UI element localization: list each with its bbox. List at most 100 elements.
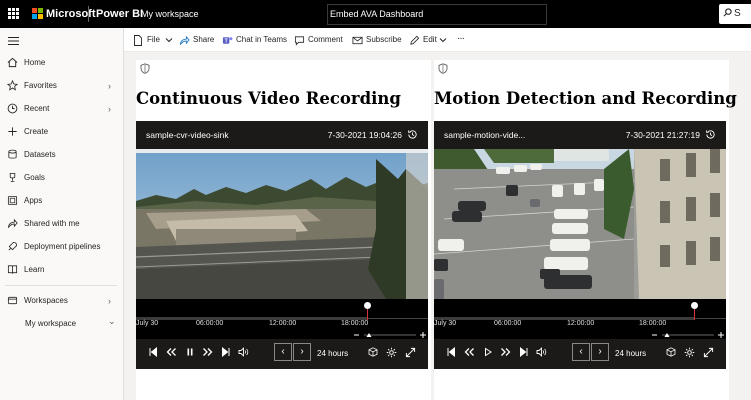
rocket-icon [8, 241, 18, 251]
report-title: Embed AVA Dashboard [330, 9, 424, 19]
timeline-label: 18:00:00 [639, 320, 667, 327]
share-icon [179, 35, 190, 45]
visual-title: Continuous Video Recording [136, 89, 401, 108]
chevron-right-icon[interactable]: › [108, 104, 111, 114]
nav-item-deployment-pipelines[interactable]: Deployment pipelines [0, 237, 124, 257]
gear-icon[interactable] [386, 347, 397, 358]
video-frame-image [434, 149, 726, 299]
history-icon[interactable] [407, 129, 418, 140]
file-label: File [147, 35, 160, 44]
playhead-handle[interactable] [364, 302, 371, 309]
hamburger-menu-icon[interactable] [8, 36, 20, 46]
video-player-cvr[interactable]: sample-cvr-video-sink 7-30-2021 19:04:26 [136, 121, 428, 369]
volume-muted-icon[interactable] [536, 347, 547, 357]
timeline-label: 12:00:00 [269, 320, 297, 327]
video-player-motion[interactable]: sample-motion-vide... 7-30-2021 21:27:19 [434, 121, 726, 369]
comment-button[interactable]: Comment [294, 34, 346, 47]
nav-label: Goals [24, 173, 45, 182]
previous-day-button[interactable]: ‹ [274, 343, 292, 361]
playhead-line [694, 309, 695, 320]
chevron-right-icon[interactable]: › [108, 296, 111, 306]
workspaces-icon [7, 296, 18, 305]
nav-item-goals[interactable]: Goals [0, 168, 124, 188]
zoom-slider[interactable] [650, 331, 725, 339]
product-name[interactable]: Power BI [96, 8, 143, 20]
subscribe-button[interactable]: Subscribe [352, 34, 407, 47]
box-icon[interactable] [666, 347, 676, 357]
player-header: sample-cvr-video-sink 7-30-2021 19:04:26 [136, 121, 428, 149]
fast-forward-icon[interactable] [202, 347, 213, 357]
more-icon: ··· [457, 33, 465, 44]
previous-day-button[interactable]: ‹ [572, 343, 590, 361]
chevron-down-icon [165, 38, 173, 43]
timeline-range[interactable]: 24 hours [615, 349, 646, 358]
nav-label: Home [24, 58, 46, 67]
timeline-recorded-fill [136, 317, 367, 320]
timestamp: 7-30-2021 19:04:26 [327, 130, 402, 140]
share-button[interactable]: Share [179, 34, 219, 47]
box-icon[interactable] [368, 347, 378, 357]
playhead-handle[interactable] [691, 302, 698, 309]
fast-forward-icon[interactable] [500, 347, 511, 357]
plus-icon [8, 127, 17, 136]
skip-to-end-icon[interactable] [221, 347, 231, 357]
brand-divider [88, 6, 89, 22]
nav-label: Learn [24, 265, 45, 274]
chat-label: Chat in Teams [236, 35, 287, 44]
zoom-slider[interactable] [352, 331, 427, 339]
comment-label: Comment [308, 35, 343, 44]
timeline[interactable]: July 30 06:00:00 12:00:00 18:00:00 [434, 299, 726, 339]
timeline-range[interactable]: 24 hours [317, 349, 348, 358]
pause-icon[interactable] [185, 347, 195, 357]
next-day-button[interactable]: › [293, 343, 311, 361]
timeline[interactable]: July 30 06:00:00 12:00:00 18:00:00 [136, 299, 428, 339]
chat-in-teams-button[interactable]: T Chat in Teams [222, 34, 288, 47]
clock-icon [7, 103, 18, 114]
chevron-down-icon[interactable]: ⌄ [108, 316, 116, 327]
database-icon [8, 149, 17, 159]
video-frame[interactable] [136, 149, 428, 299]
nav-item-learn[interactable]: Learn [0, 260, 124, 280]
search-placeholder: S [734, 8, 741, 19]
play-icon[interactable] [483, 347, 493, 357]
skip-to-end-icon[interactable] [519, 347, 529, 357]
left-nav: Home Favorites › Recent › Create Dataset… [0, 28, 124, 400]
fullscreen-icon[interactable] [703, 347, 714, 358]
timeline-label: 12:00:00 [567, 320, 595, 327]
search-input[interactable]: S [719, 4, 751, 24]
nav-item-datasets[interactable]: Datasets [0, 145, 124, 165]
rewind-icon[interactable] [166, 347, 177, 357]
app-launcher-icon[interactable] [8, 8, 19, 19]
more-options-button[interactable]: ··· [457, 33, 471, 47]
nav-item-home[interactable]: Home [0, 53, 124, 73]
chevron-right-icon[interactable]: › [108, 81, 111, 91]
rewind-icon[interactable] [464, 347, 475, 357]
nav-item-favorites[interactable]: Favorites › [0, 76, 124, 96]
search-icon [723, 8, 732, 17]
nav-item-apps[interactable]: Apps [0, 191, 124, 211]
fullscreen-icon[interactable] [405, 347, 416, 358]
skip-to-start-icon[interactable] [148, 347, 158, 357]
nav-item-create[interactable]: Create [0, 122, 124, 142]
gear-icon[interactable] [684, 347, 695, 358]
nav-item-my-workspace[interactable]: My workspace ⌄ [0, 314, 124, 334]
video-frame[interactable] [434, 149, 726, 299]
volume-muted-icon[interactable] [238, 347, 249, 357]
nav-label: Workspaces [24, 296, 68, 305]
star-icon [7, 80, 18, 91]
comment-icon [294, 36, 305, 46]
timeline-label: 06:00:00 [196, 320, 224, 327]
subscribe-label: Subscribe [366, 35, 402, 44]
microsoft-logo-icon [32, 8, 43, 19]
breadcrumb-workspace[interactable]: My workspace [141, 9, 199, 19]
nav-label: Recent [24, 104, 50, 113]
nav-item-workspaces[interactable]: Workspaces › [0, 291, 124, 311]
skip-to-start-icon[interactable] [446, 347, 456, 357]
edit-button[interactable]: Edit [409, 34, 449, 47]
nav-item-shared[interactable]: Shared with me [0, 214, 124, 234]
nav-label: Apps [24, 196, 43, 205]
history-icon[interactable] [705, 129, 716, 140]
next-day-button[interactable]: › [591, 343, 609, 361]
nav-item-recent[interactable]: Recent › [0, 99, 124, 119]
file-menu-button[interactable]: File [133, 34, 181, 47]
